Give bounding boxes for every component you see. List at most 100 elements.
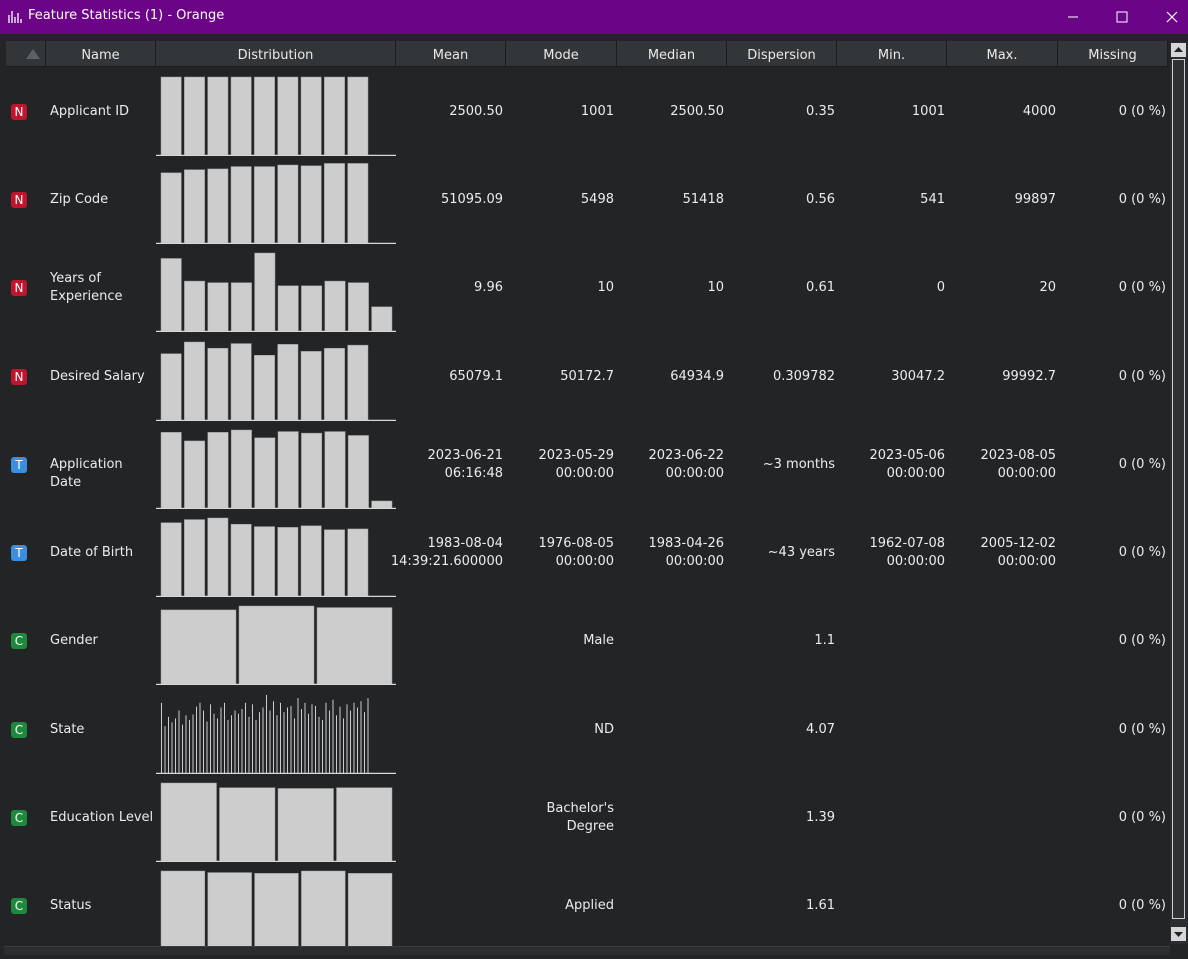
histogram-bar <box>308 713 309 773</box>
histogram-bar <box>254 166 275 244</box>
header-median[interactable]: Median <box>617 41 727 67</box>
histogram-bar <box>184 341 205 421</box>
table-row[interactable]: T Date of Birth 1983-08-04 14:39:21.600000… <box>6 509 1168 597</box>
histogram-bar <box>301 709 302 773</box>
histogram-bar <box>185 715 187 773</box>
cell-dispersion: ~43 years <box>767 545 835 560</box>
distribution-histogram <box>156 341 396 421</box>
histogram-bar <box>168 716 169 773</box>
distribution-histogram <box>156 163 396 244</box>
histogram-bar <box>336 715 337 773</box>
histogram-bar <box>184 519 205 597</box>
table-row[interactable]: C Gender Male 1.1 0 (0 %) <box>6 597 1168 685</box>
histogram-bar <box>230 343 252 421</box>
histogram-bar <box>277 285 299 332</box>
cell-missing: 0 (0 %) <box>1118 104 1166 119</box>
histogram-bar <box>175 718 176 773</box>
header-name[interactable]: Name <box>46 41 156 67</box>
variable-type-badge: N <box>11 369 27 385</box>
window-titlebar: Feature Statistics (1) - Orange <box>0 0 1188 34</box>
maximize-icon <box>1116 11 1128 23</box>
cell-dispersion: 0.56 <box>806 192 835 207</box>
histogram-bar <box>207 168 229 244</box>
histogram-bar <box>324 431 346 509</box>
header-max[interactable]: Max. <box>947 41 1058 67</box>
table-row[interactable]: T Application Date 2023-06-21 06:16:48 2023… <box>6 421 1168 509</box>
histogram-bar <box>277 164 299 244</box>
histogram-bar <box>325 702 327 773</box>
cell-dispersion: 0.61 <box>806 280 835 295</box>
cell-missing: 0 (0 %) <box>1118 457 1166 472</box>
arrow-up-icon <box>1174 47 1183 52</box>
variable-type-badge: N <box>11 104 27 120</box>
header-mode[interactable]: Mode <box>506 41 617 67</box>
histogram-bar <box>217 718 218 773</box>
table-row[interactable]: N Zip Code 51095.09 5498 51418 0.56 541 99897 0 … <box>6 156 1168 244</box>
histogram-bar <box>301 432 323 509</box>
distribution-histogram <box>156 870 396 950</box>
close-button[interactable] <box>1147 0 1188 34</box>
cell-missing: 0 (0 %) <box>1118 722 1166 737</box>
histogram-bar <box>160 172 182 244</box>
cell-median: 2500.50 <box>670 104 724 119</box>
sort-column-header[interactable] <box>6 41 46 67</box>
variable-type-badge: N <box>11 280 27 296</box>
cell-min: 30047.2 <box>891 369 945 384</box>
histogram-bar <box>207 76 229 156</box>
histogram-bar <box>219 787 276 862</box>
histogram-bar <box>297 698 299 773</box>
cell-min: 0 <box>936 280 945 295</box>
histogram-bar <box>164 726 166 773</box>
histogram-bar <box>160 522 182 597</box>
header-distribution[interactable]: Distribution <box>156 41 396 67</box>
histogram-bar <box>230 76 252 156</box>
histogram-bar <box>324 280 346 332</box>
histogram-bar <box>254 76 275 156</box>
variable-name: Desired Salary <box>50 369 145 384</box>
minimize-button[interactable] <box>1048 0 1098 34</box>
variable-name: Zip Code <box>50 192 109 207</box>
horizontal-scrollbar[interactable] <box>4 946 1170 955</box>
histogram-bar <box>207 872 252 950</box>
scrollbar-thumb[interactable] <box>1172 59 1185 919</box>
cell-mode: Male <box>583 633 614 648</box>
table-row[interactable]: N Applicant ID 2500.50 1001 2500.50 0.35 1001 4… <box>6 68 1168 156</box>
table-row[interactable]: N Desired Salary 65079.1 50172.7 64934.9 0.30… <box>6 333 1168 421</box>
table-row[interactable]: C State ND 4.07 0 (0 %) <box>6 686 1168 774</box>
cell-mode: 2023-05-29 00:00:00 <box>538 448 614 481</box>
histogram-bar <box>238 605 315 685</box>
cell-mean: 51095.09 <box>440 192 503 207</box>
header-dispersion[interactable]: Dispersion <box>727 41 837 67</box>
histogram-bar <box>300 525 322 597</box>
histogram-bar <box>178 710 180 773</box>
header-min[interactable]: Min. <box>837 41 947 67</box>
window-title: Feature Statistics (1) - Orange <box>28 8 225 23</box>
histogram-bar <box>324 163 345 244</box>
histogram-bar <box>241 709 243 773</box>
histogram-bar <box>238 713 239 773</box>
cell-mode: ND <box>594 722 614 737</box>
histogram-bar <box>357 707 358 773</box>
scroll-up-button[interactable] <box>1171 43 1186 57</box>
histogram-bar <box>230 166 252 244</box>
histogram-bar <box>371 306 393 332</box>
cell-median: 10 <box>707 280 724 295</box>
histogram-bar <box>160 353 182 421</box>
table-row[interactable]: C Status Applied 1.61 0 (0 %) <box>6 862 1168 950</box>
cell-min: 1001 <box>911 104 945 119</box>
scroll-down-button[interactable] <box>1171 927 1186 941</box>
histogram-bar <box>316 607 393 685</box>
histogram-bar <box>184 440 206 509</box>
cell-mode: Applied <box>565 898 614 913</box>
histogram-bar <box>189 719 190 773</box>
table-row[interactable]: C Education Level Bachelor's Degree 1.39 0 (… <box>6 774 1168 862</box>
header-missing[interactable]: Missing <box>1058 41 1168 67</box>
maximize-button[interactable] <box>1097 0 1147 34</box>
table-row[interactable]: N Years of Experience 9.96 10 10 0.61 0 20 0 (0 … <box>6 244 1168 332</box>
histogram-bar <box>207 432 229 509</box>
histogram-bar <box>300 165 322 244</box>
cell-mode: 1976-08-05 00:00:00 <box>538 536 614 569</box>
cell-missing: 0 (0 %) <box>1118 633 1166 648</box>
histogram-bar <box>210 704 211 773</box>
header-mean[interactable]: Mean <box>396 41 506 67</box>
